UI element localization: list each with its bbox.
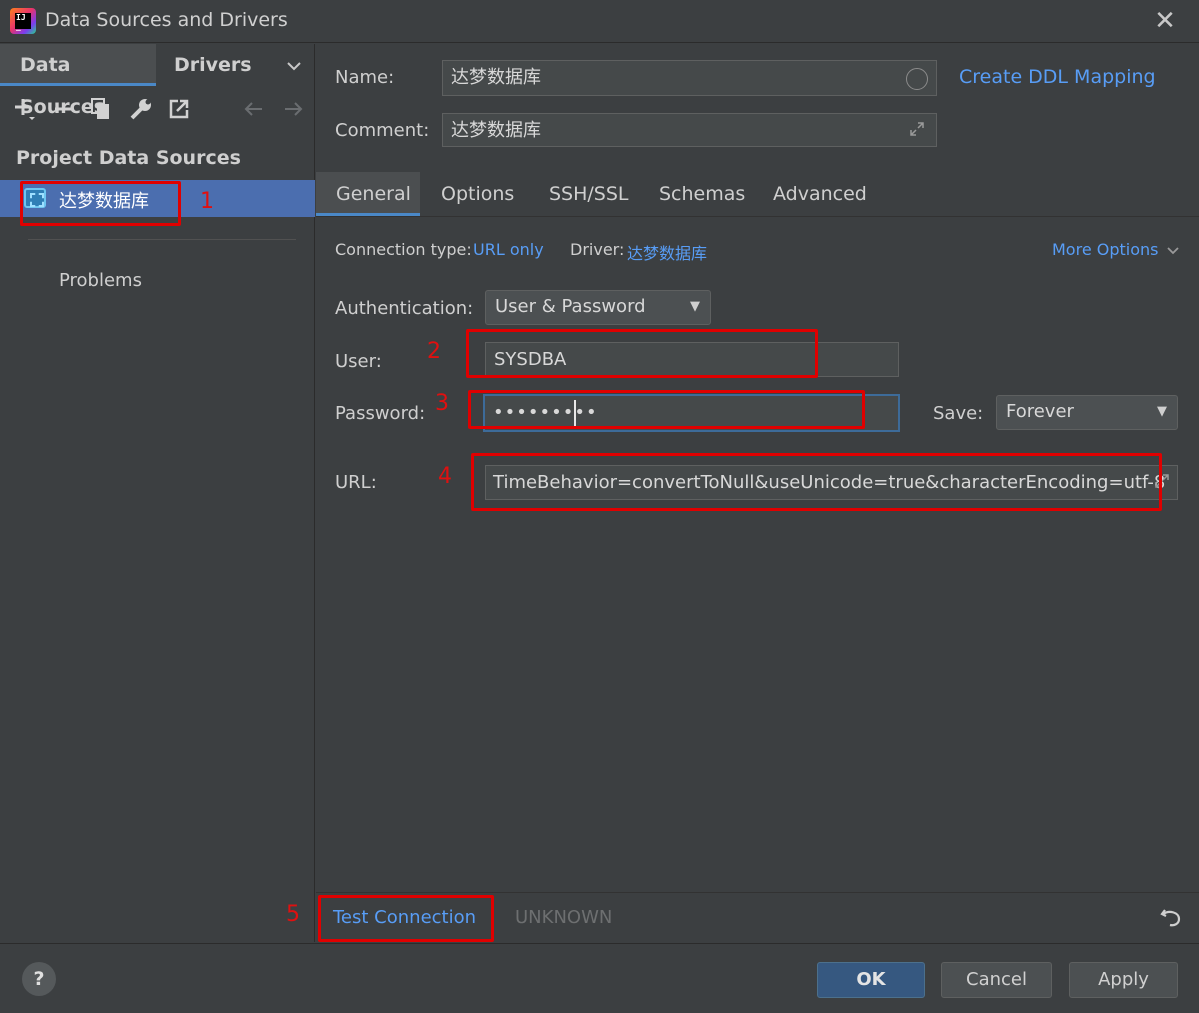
section-title: Project Data Sources [16, 147, 241, 169]
close-icon[interactable]: ✕ [1150, 6, 1180, 36]
remove-icon[interactable] [50, 96, 76, 122]
tab-options[interactable]: Options [441, 172, 514, 216]
url-input[interactable]: TimeBehavior=convertToNull&useUnicode=tr… [485, 465, 1178, 500]
problems-item[interactable]: Problems [59, 270, 142, 291]
connection-type-link[interactable]: URL only [473, 240, 544, 259]
help-button[interactable]: ? [22, 962, 56, 996]
divider [28, 239, 296, 240]
save-value: Forever [1006, 401, 1074, 422]
window-title: Data Sources and Drivers [45, 9, 288, 31]
tab-schemas[interactable]: Schemas [659, 172, 745, 216]
driver-link[interactable]: 达梦数据库 [627, 240, 707, 264]
add-icon[interactable] [12, 96, 38, 122]
authentication-label: Authentication: [335, 298, 474, 319]
back-arrow-icon[interactable] [241, 96, 267, 122]
left-panel: Data Sources Drivers Project Data Source… [0, 44, 315, 942]
annotation-number-1: 1 [200, 189, 214, 214]
save-label: Save: [933, 403, 984, 424]
url-label: URL: [335, 472, 377, 493]
user-value: SYSDBA [494, 349, 567, 370]
more-options-label: More Options [1052, 240, 1159, 259]
data-source-item[interactable]: 达梦数据库 [0, 180, 315, 217]
name-value: 达梦数据库 [451, 67, 541, 88]
tabs-divider [316, 216, 1199, 217]
dropdown-arrow-icon: ▼ [1157, 404, 1167, 419]
chevron-down-icon[interactable] [282, 54, 306, 78]
annotation-number-2: 2 [427, 339, 441, 364]
comment-input[interactable]: 达梦数据库 [442, 113, 937, 147]
connection-type-label: Connection type: [335, 240, 472, 259]
authentication-value: User & Password [495, 296, 646, 317]
tab-advanced[interactable]: Advanced [773, 172, 867, 216]
tab-data-sources[interactable]: Data Sources [0, 44, 156, 118]
user-label: User: [335, 351, 382, 372]
tab-general[interactable]: General [316, 172, 420, 216]
dropdown-arrow-icon: ▼ [690, 299, 700, 314]
database-icon [24, 188, 46, 208]
authentication-select[interactable]: User & Password ▼ [485, 290, 711, 325]
create-ddl-mapping-link[interactable]: Create DDL Mapping [959, 66, 1156, 88]
jump-to-source-icon[interactable] [166, 96, 192, 122]
annotation-number-4: 4 [438, 464, 452, 489]
password-label: Password: [335, 403, 426, 424]
tab-ssh-ssl[interactable]: SSH/SSL [549, 172, 629, 216]
comment-value: 达梦数据库 [451, 120, 541, 141]
wrench-icon[interactable] [128, 96, 154, 122]
intellij-logo-icon: IJ _ [10, 8, 36, 34]
more-options-link[interactable]: More Options [1052, 240, 1179, 259]
annotation-number-5: 5 [286, 902, 300, 927]
tab-drivers[interactable]: Drivers [174, 44, 252, 86]
status-circle-icon [906, 68, 928, 90]
test-connection-link[interactable]: Test Connection [333, 907, 476, 928]
data-source-label: 达梦数据库 [59, 191, 149, 212]
driver-label: Driver: [570, 240, 625, 259]
expand-icon[interactable] [908, 116, 926, 146]
password-input[interactable]: ••••••••• [483, 394, 900, 432]
name-input[interactable]: 达梦数据库 [442, 60, 937, 96]
apply-button[interactable]: Apply [1069, 962, 1178, 998]
revert-icon[interactable] [1158, 905, 1184, 931]
annotation-number-3: 3 [435, 391, 449, 416]
ok-button[interactable]: OK [817, 962, 925, 998]
duplicate-icon[interactable] [88, 96, 114, 122]
connection-status: UNKNOWN [515, 907, 613, 928]
password-value: ••••••••• [493, 402, 598, 423]
save-select[interactable]: Forever ▼ [996, 395, 1178, 430]
cancel-button[interactable]: Cancel [941, 962, 1052, 998]
name-label: Name: [335, 67, 395, 88]
forward-arrow-icon[interactable] [280, 96, 306, 122]
text-cursor [574, 400, 576, 426]
expand-icon[interactable] [1153, 468, 1171, 499]
comment-label: Comment: [335, 120, 430, 141]
url-value: TimeBehavior=convertToNull&useUnicode=tr… [493, 472, 1166, 493]
user-input[interactable]: SYSDBA [485, 342, 899, 377]
